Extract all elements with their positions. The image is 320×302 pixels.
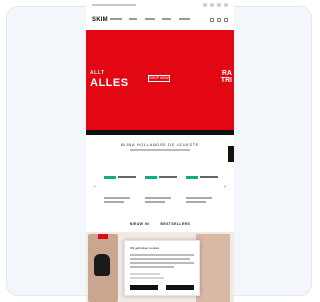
hero-headline: ALLES	[90, 77, 129, 89]
hero-right-line: TRI	[220, 77, 232, 84]
utility-icons	[203, 3, 228, 7]
product-desc-line	[186, 197, 212, 199]
section-title: BIJNA HOLLANDSE DE LEUKSTE	[120, 142, 200, 147]
nav-link[interactable]	[110, 18, 122, 20]
site-logo[interactable]: SKIM	[92, 17, 108, 23]
product-desc-line	[145, 197, 171, 199]
hero-right-line: RA	[221, 70, 232, 77]
chevron-left-icon[interactable]: ‹	[94, 184, 96, 190]
cookie-consent-modal: Wij gebruiken cookies	[124, 240, 200, 296]
modal-title: Wij gebruiken cookies	[130, 246, 160, 250]
hero-headline-block: ALLT ALLES	[90, 70, 129, 89]
collection-tabs: NIEUW IN BESTSELLERS	[86, 222, 234, 226]
utility-text-line	[92, 4, 136, 6]
dot-icon[interactable]	[224, 3, 228, 7]
dot-icon[interactable]	[217, 3, 221, 7]
main-navigation: SKIM	[86, 14, 234, 38]
product-card[interactable]	[145, 176, 179, 203]
modal-text-line	[130, 266, 174, 268]
modal-text-line	[130, 262, 194, 264]
hero-cta-button[interactable]: SHOP NOW	[148, 75, 170, 82]
swimwear-shape	[94, 254, 110, 276]
tab-bestsellers[interactable]: BESTSELLERS	[160, 222, 190, 226]
product-tag	[104, 176, 116, 179]
modal-text-line	[130, 254, 194, 256]
product-name-line	[159, 176, 177, 178]
product-carousel	[104, 176, 220, 203]
tab-new-in[interactable]: NIEUW IN	[130, 222, 149, 226]
search-icon[interactable]	[210, 18, 214, 22]
nav-links	[110, 18, 194, 38]
hero-right-text: RA TRI	[221, 70, 232, 84]
section-subtitle-line	[130, 149, 190, 151]
promo-strip	[86, 130, 234, 135]
cookie-accept-button[interactable]	[166, 285, 194, 290]
chevron-right-icon[interactable]: ›	[224, 184, 226, 190]
account-icon[interactable]	[217, 18, 221, 22]
side-feedback-tab[interactable]	[228, 146, 234, 162]
product-tag	[145, 176, 157, 179]
product-card[interactable]	[104, 176, 138, 203]
model-photo[interactable]	[196, 234, 230, 302]
webpage-screenshot: SKIM ALLT ALLES SHOP NOW RA TRI BIJNA HO…	[86, 0, 234, 302]
nav-link[interactable]	[162, 18, 172, 20]
dot-icon[interactable]	[203, 3, 207, 7]
product-desc-line	[145, 201, 165, 203]
modal-option-line[interactable]	[130, 277, 164, 279]
nav-icons	[210, 18, 228, 22]
product-desc-line	[104, 197, 130, 199]
product-card[interactable]	[186, 176, 220, 203]
product-name-line	[118, 176, 136, 178]
modal-option-line[interactable]	[130, 273, 160, 275]
product-name-line	[200, 176, 218, 178]
cookie-settings-button[interactable]	[130, 285, 158, 290]
model-photo[interactable]	[88, 234, 118, 302]
modal-text-line	[130, 258, 190, 260]
product-tag	[186, 176, 198, 179]
top-utility-bar	[86, 0, 234, 12]
dot-icon[interactable]	[210, 3, 214, 7]
product-desc-line	[104, 201, 124, 203]
hero-banner[interactable]: ALLT ALLES SHOP NOW RA TRI	[86, 30, 234, 130]
nav-link[interactable]	[178, 18, 190, 20]
product-desc-line	[186, 201, 206, 203]
cart-icon[interactable]	[224, 18, 228, 22]
hero-kicker: ALLT	[90, 70, 105, 76]
nav-link[interactable]	[144, 18, 155, 20]
nav-link[interactable]	[129, 18, 138, 20]
sale-badge	[98, 234, 108, 239]
